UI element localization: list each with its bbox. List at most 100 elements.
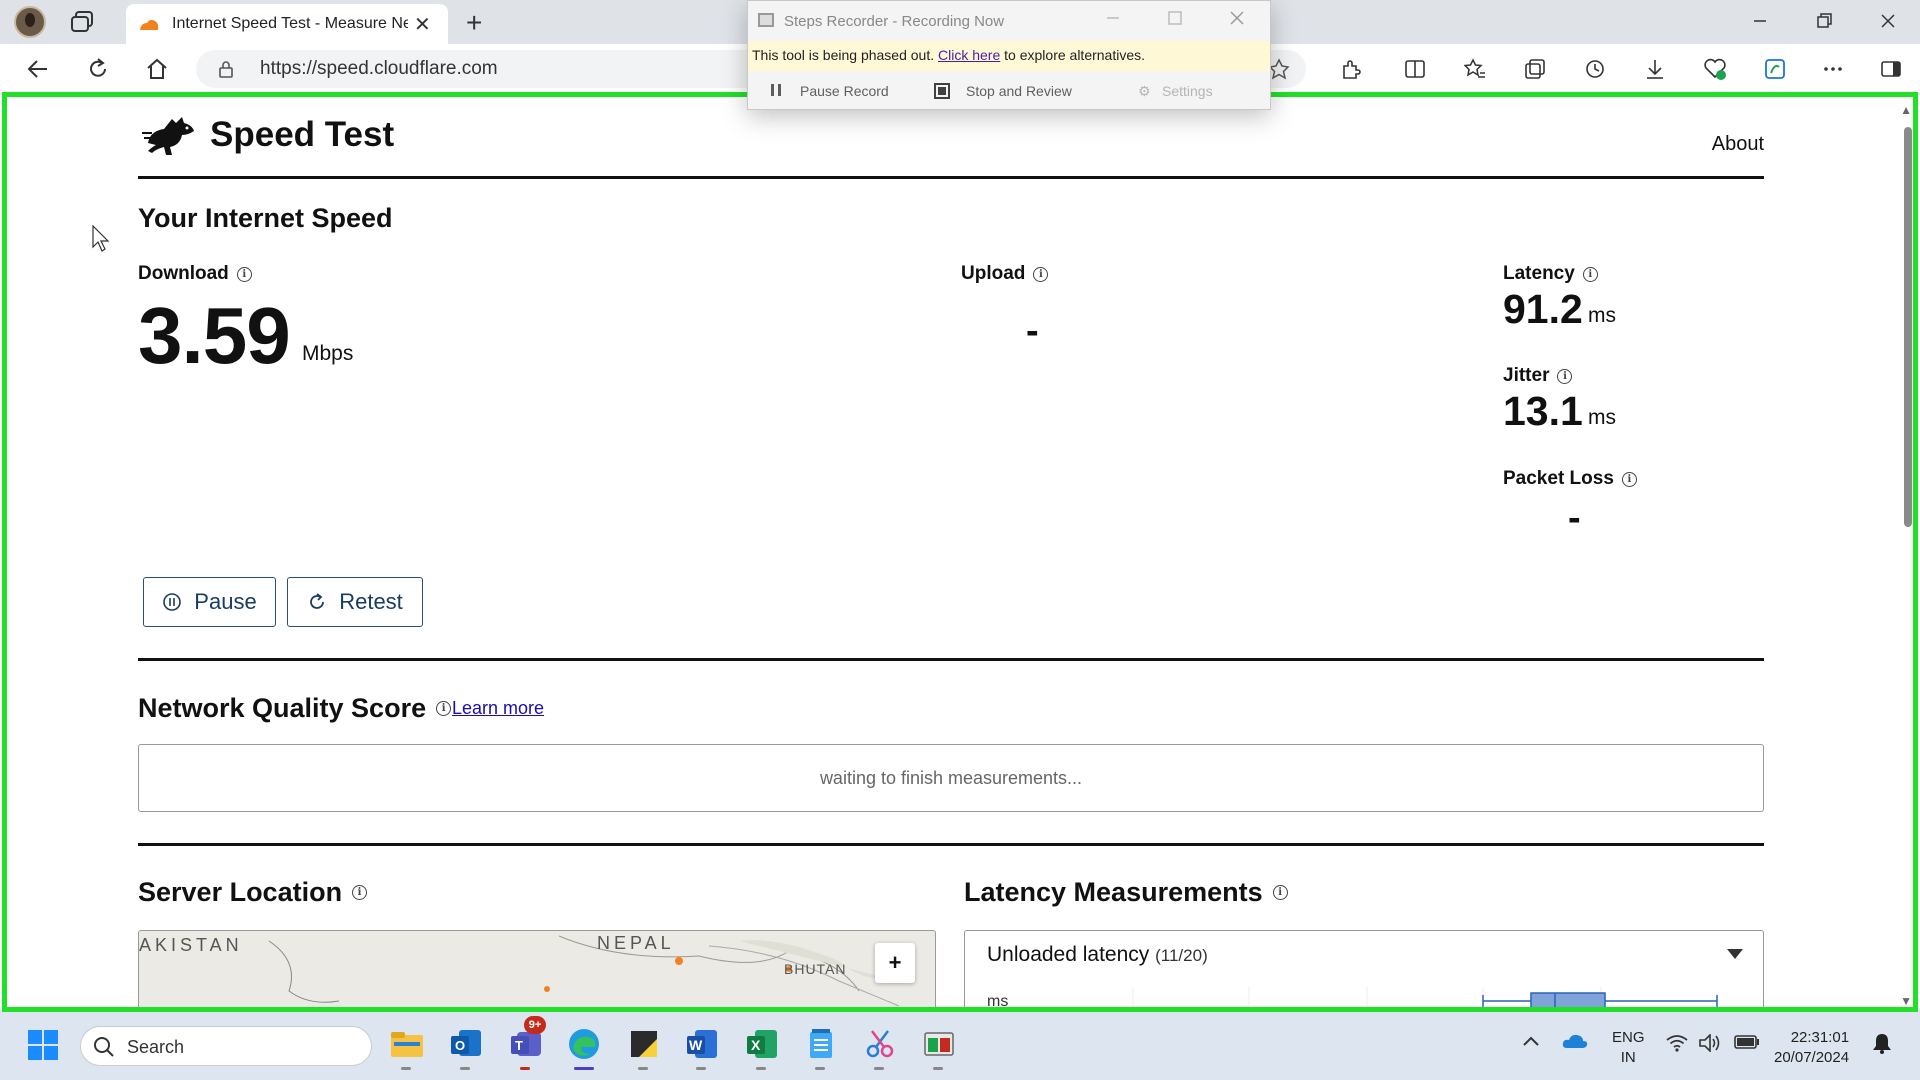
latency-measurements-heading: Latency Measurements [964,877,1263,907]
server-location-map[interactable]: AKISTAN NEPAL BHUTAN + [138,930,936,1008]
restore-icon[interactable] [1816,9,1832,35]
server-location-info-icon[interactable]: i [352,885,368,900]
site-title[interactable]: Speed Test [210,115,394,155]
latency-label: Latency [1503,263,1575,284]
system-clock[interactable]: 22:31:01 20/07/2024 [1774,1028,1849,1068]
recorder-minimize-icon[interactable] [1106,9,1120,30]
retest-button-label: Retest [339,589,403,614]
browser-tab-active[interactable]: Internet Speed Test - Measure Network Pe… [126,4,448,44]
lock-icon[interactable] [218,60,234,83]
settings-gear-icon[interactable]: ⚙ [1138,83,1151,100]
word-icon[interactable]: W [682,1024,722,1070]
home-icon[interactable] [143,55,171,83]
network-quality-heading-group: Network Quality Score i [138,693,452,724]
new-tab-button[interactable]: + [466,7,482,39]
scrollbar-thumb[interactable] [1904,127,1912,527]
snipping-tool-icon[interactable] [860,1024,900,1070]
svg-text:X: X [751,1037,761,1053]
svg-text:W: W [689,1037,703,1053]
collections-icon[interactable] [1522,56,1548,82]
mouse-cursor-icon [92,225,110,252]
recorder-settings-button[interactable]: Settings [1162,83,1213,99]
upload-value: - [1026,310,1039,352]
jitter-info-icon[interactable]: i [1557,368,1573,384]
back-icon[interactable] [24,55,52,83]
excel-icon[interactable]: X [742,1024,782,1070]
stop-review-icon[interactable] [934,83,950,102]
download-unit: Mbps [302,342,354,365]
split-screen-icon[interactable] [1402,56,1428,82]
extensions-icon[interactable] [1338,56,1364,82]
sticky-notes-icon[interactable] [624,1024,664,1070]
steps-recorder-title: Steps Recorder - Recording Now [784,13,1005,30]
upload-label-group: Upload i [961,263,1049,285]
scroll-up-arrow-icon[interactable]: ▲ [1900,103,1912,117]
wifi-icon[interactable] [1666,1034,1688,1057]
network-quality-info-icon[interactable]: i [436,701,452,716]
notification-bell-icon[interactable] [1872,1032,1892,1059]
more-options-icon[interactable] [1820,56,1846,82]
battery-icon[interactable] [1734,1034,1760,1055]
stop-review-button[interactable]: Stop and Review [966,83,1072,99]
close-window-icon[interactable] [1880,9,1896,35]
history-icon[interactable] [1582,56,1608,82]
pause-button[interactable]: Pause [143,577,276,627]
steps-recorder-taskbar-icon[interactable] [919,1024,959,1070]
scroll-down-arrow-icon[interactable]: ▼ [1900,994,1912,1008]
upload-info-icon[interactable]: i [1033,266,1049,282]
volume-icon[interactable] [1699,1033,1723,1057]
recorder-close-icon[interactable] [1230,9,1244,30]
taskbar-search-box[interactable]: Search [80,1026,372,1066]
onedrive-cloud-icon[interactable] [1562,1032,1588,1055]
copilot-icon[interactable] [1762,56,1788,82]
packet-loss-info-icon[interactable]: i [1621,471,1637,487]
latency-info-icon[interactable]: i [1582,266,1598,282]
show-hidden-icons-chevron-icon[interactable] [1522,1034,1540,1053]
downloads-icon[interactable] [1642,56,1668,82]
about-link[interactable]: About [1712,133,1764,156]
latency-boxplot [1132,987,1718,1008]
banner-link[interactable]: Click here [938,47,1000,63]
pause-icon [163,593,182,611]
language-indicator[interactable]: ENG IN [1612,1028,1645,1068]
download-value: 3.59 [138,291,291,380]
sidebar-toggle-icon[interactable] [1878,56,1904,82]
section-divider [138,658,1764,661]
browser-essentials-icon[interactable] [1702,56,1728,82]
edge-browser-icon[interactable] [564,1024,604,1070]
svg-text:O: O [455,1038,465,1053]
learn-more-link[interactable]: Learn more [452,698,544,719]
url-text[interactable]: https://speed.cloudflare.com [260,58,498,80]
profile-avatar[interactable] [14,6,46,38]
network-quality-status: waiting to finish measurements... [819,767,1083,788]
pause-record-icon[interactable] [770,83,782,100]
language-line2: IN [1620,1049,1636,1066]
speed-test-rabbit-logo-icon[interactable] [142,113,198,162]
latency-measurements-info-icon[interactable]: i [1272,885,1288,900]
file-explorer-icon[interactable] [387,1024,427,1070]
windows-start-icon[interactable] [28,1030,58,1065]
minimize-icon[interactable] [1752,9,1768,35]
recorder-maximize-icon[interactable] [1168,9,1182,30]
download-info-icon[interactable]: i [236,266,252,282]
map-label-nepal: NEPAL [597,933,675,953]
favorites-icon[interactable] [1462,56,1488,82]
refresh-icon[interactable] [84,55,112,83]
outlook-icon[interactable]: O [446,1024,486,1070]
tab-title: Internet Speed Test - Measure Network Pe… [172,15,408,32]
phase-out-banner: This tool is being phased out. Click her… [748,41,1270,71]
download-label: Download [138,263,229,284]
packet-loss-label: Packet Loss [1503,468,1614,489]
notepad-icon[interactable] [801,1024,841,1070]
map-zoom-in-button[interactable]: + [875,943,915,983]
svg-text:T: T [515,1038,523,1053]
unloaded-latency-panel[interactable]: Unloaded latency (11/20) ms [964,930,1764,1008]
steps-recorder-window[interactable]: Steps Recorder - Recording Now This tool… [747,0,1271,110]
pause-record-button[interactable]: Pause Record [800,83,889,99]
packet-loss-value: - [1568,497,1581,539]
workspaces-icon[interactable] [70,10,96,34]
web-page-content: Speed Test About Your Internet Speed Dow… [0,95,1920,1008]
retest-button[interactable]: Retest [287,577,423,627]
pause-button-label: Pause [194,589,257,614]
tab-close-icon[interactable]: ✕ [414,12,431,37]
